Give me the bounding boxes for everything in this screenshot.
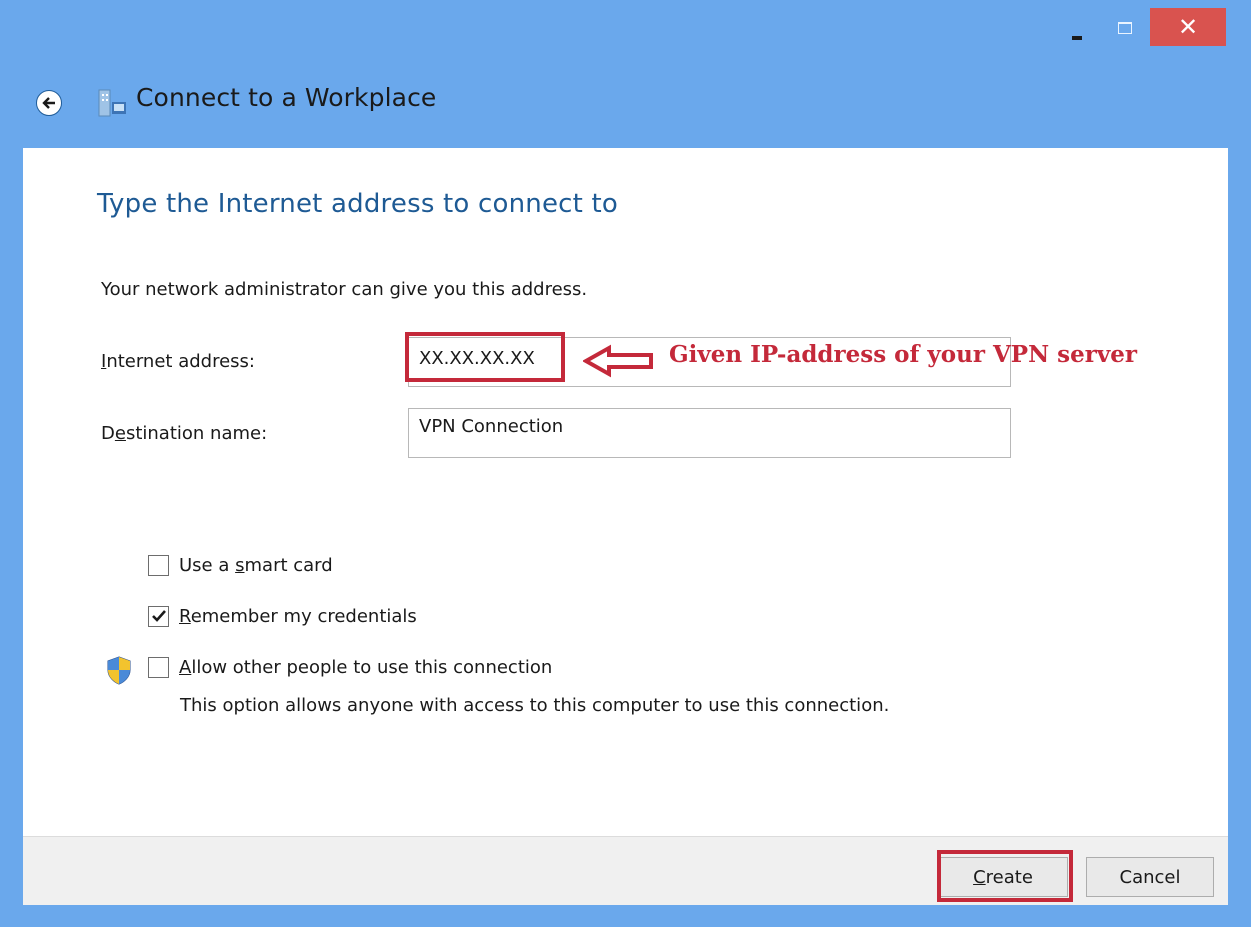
content-panel: Type the Internet address to connect to … xyxy=(23,148,1228,836)
smart-card-option[interactable]: Use a smart card xyxy=(148,555,333,576)
back-button[interactable] xyxy=(36,90,62,116)
hint-text: Your network administrator can give you … xyxy=(101,279,588,300)
close-button[interactable]: ✕ xyxy=(1150,8,1226,46)
create-button[interactable]: Create xyxy=(938,857,1068,897)
remember-credentials-label: Remember my credentials xyxy=(179,606,417,627)
destination-name-label: Destination name: xyxy=(101,423,268,444)
allow-others-option[interactable]: Allow other people to use this connectio… xyxy=(148,657,552,678)
checkmark-icon xyxy=(152,610,166,622)
page-heading: Type the Internet address to connect to xyxy=(97,189,619,219)
minimize-button[interactable] xyxy=(1055,8,1097,46)
uac-shield-icon xyxy=(107,656,131,685)
cancel-button[interactable]: Cancel xyxy=(1086,857,1214,897)
smart-card-checkbox[interactable] xyxy=(148,555,169,576)
annotation-text: Given IP-address of your VPN server xyxy=(669,341,1137,368)
allow-others-description: This option allows anyone with access to… xyxy=(180,695,890,716)
destination-name-input[interactable] xyxy=(408,408,1011,458)
footer-bar: Create Cancel xyxy=(23,836,1228,905)
window-title: Connect to a Workplace xyxy=(136,83,437,112)
internet-address-label: Internet address: xyxy=(101,351,255,372)
close-icon: ✕ xyxy=(1177,13,1199,41)
annotation-arrow-icon xyxy=(583,344,653,378)
back-arrow-icon xyxy=(42,97,55,109)
maximize-button[interactable] xyxy=(1103,8,1145,46)
allow-others-label: Allow other people to use this connectio… xyxy=(179,657,553,678)
workplace-icon xyxy=(98,89,126,117)
allow-others-checkbox[interactable] xyxy=(148,657,169,678)
dialog-window: ✕ Connect to a Workplace Type the Intern… xyxy=(0,0,1251,927)
remember-credentials-option[interactable]: Remember my credentials xyxy=(148,606,417,627)
smart-card-label: Use a smart card xyxy=(179,555,333,576)
remember-credentials-checkbox[interactable] xyxy=(148,606,169,627)
